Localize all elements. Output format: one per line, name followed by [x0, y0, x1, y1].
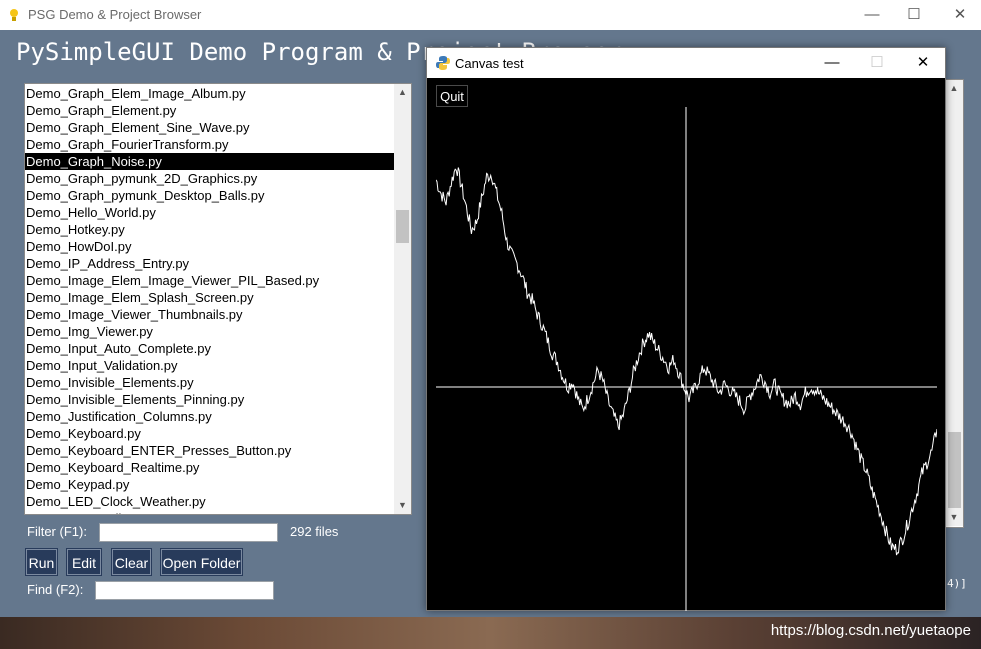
close-button[interactable]: ✕ — [937, 0, 981, 30]
list-item[interactable]: Demo_Justification_Columns.py — [25, 408, 395, 425]
filter-label: Filter (F1): — [27, 524, 87, 539]
find-label: Find (F2): — [27, 582, 84, 597]
scroll-up-icon[interactable]: ▲ — [394, 84, 411, 101]
watermark: https://blog.csdn.net/yuetaope — [770, 622, 971, 639]
output-text-fragment: 4)] — [947, 577, 967, 590]
list-item[interactable]: Demo_Graph_FourierTransform.py — [25, 136, 395, 153]
list-item[interactable]: Demo_Graph_Element.py — [25, 102, 395, 119]
close-button[interactable]: ✕ — [900, 48, 946, 78]
quit-button[interactable]: Quit — [436, 85, 468, 107]
scroll-down-icon[interactable]: ▼ — [945, 509, 963, 526]
list-item[interactable]: Demo_Keyboard_Realtime.py — [25, 459, 395, 476]
list-item[interactable]: Demo_Keyboard_ENTER_Presses_Button.py — [25, 442, 395, 459]
output-scrollbar[interactable]: ▲ ▼ — [945, 80, 963, 526]
list-item[interactable]: Demo_LED_Clock_Weather.py — [25, 493, 395, 510]
canvas-titlebar: Canvas test — ☐ ✕ — [427, 48, 945, 78]
list-item[interactable]: Demo_Image_Elem_Image_Viewer_PIL_Based.p… — [25, 272, 395, 289]
maximize-button[interactable]: ☐ — [891, 0, 937, 30]
list-item[interactable]: Demo_Keyboard.py — [25, 425, 395, 442]
scroll-down-icon[interactable]: ▼ — [394, 497, 411, 514]
canvas-test-window: Canvas test — ☐ ✕ Quit — [426, 47, 946, 611]
list-item[interactable]: Demo_Graph_pymunk_2D_Graphics.py — [25, 170, 395, 187]
scroll-thumb[interactable] — [948, 432, 961, 508]
open-folder-button[interactable]: Open Folder — [160, 548, 243, 576]
maximize-button[interactable]: ☐ — [854, 48, 900, 78]
window-title: PSG Demo & Project Browser — [28, 7, 202, 22]
list-item[interactable]: Demo_IP_Address_Entry.py — [25, 255, 395, 272]
scroll-thumb[interactable] — [396, 210, 409, 243]
minimize-button[interactable]: — — [809, 48, 855, 78]
file-listbox[interactable]: Demo_Graph_Elem_Image_Album.py Demo_Graph… — [24, 83, 412, 515]
list-item[interactable]: Demo_Input_Validation.py — [25, 357, 395, 374]
edit-button[interactable]: Edit — [66, 548, 102, 576]
list-item[interactable]: Demo_Image_Viewer_Thumbnails.py — [25, 306, 395, 323]
noise-graph — [436, 107, 937, 611]
clear-button[interactable]: Clear — [111, 548, 152, 576]
list-item[interactable]: Demo_LED_Indicators.py — [25, 510, 395, 514]
list-item[interactable]: Demo_Graph_pymunk_Desktop_Balls.py — [25, 187, 395, 204]
list-item[interactable]: Demo_Invisible_Elements_Pinning.py — [25, 391, 395, 408]
list-item[interactable]: Demo_Hotkey.py — [25, 221, 395, 238]
list-item[interactable]: Demo_Graph_Elem_Image_Album.py — [25, 85, 395, 102]
list-scrollbar[interactable]: ▲ ▼ — [394, 84, 411, 514]
list-item[interactable]: Demo_Input_Auto_Complete.py — [25, 340, 395, 357]
run-button[interactable]: Run — [25, 548, 58, 576]
minimize-button[interactable]: — — [849, 0, 895, 30]
desktop-background: https://blog.csdn.net/yuetaope — [0, 617, 981, 649]
find-input[interactable] — [95, 581, 274, 600]
list-item[interactable]: Demo_Graph_Element_Sine_Wave.py — [25, 119, 395, 136]
file-count: 292 files — [290, 524, 339, 539]
scroll-up-icon[interactable]: ▲ — [945, 80, 963, 97]
file-list-items: Demo_Graph_Elem_Image_Album.py Demo_Graph… — [25, 85, 395, 514]
list-item[interactable]: Demo_Img_Viewer.py — [25, 323, 395, 340]
python-icon — [436, 56, 450, 70]
list-item[interactable]: Demo_HowDoI.py — [25, 238, 395, 255]
canvas-window-title: Canvas test — [455, 56, 524, 71]
main-titlebar: PSG Demo & Project Browser — ☐ ✕ — [0, 0, 981, 30]
list-item[interactable]: Demo_Hello_World.py — [25, 204, 395, 221]
list-item[interactable]: Demo_Invisible_Elements.py — [25, 374, 395, 391]
lightbulb-icon — [10, 9, 18, 21]
list-item[interactable]: Demo_Graph_Noise.py — [25, 153, 395, 170]
filter-input[interactable] — [99, 523, 278, 542]
list-item[interactable]: Demo_Keypad.py — [25, 476, 395, 493]
list-item[interactable]: Demo_Image_Elem_Splash_Screen.py — [25, 289, 395, 306]
